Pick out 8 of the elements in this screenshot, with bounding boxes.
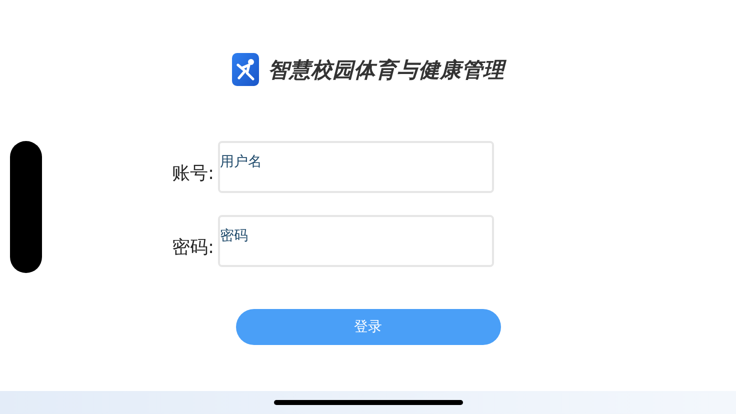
login-button[interactable]: 登录 (236, 309, 500, 345)
home-indicator[interactable] (274, 400, 462, 405)
app-title: 智慧校园体育与健康管理 (268, 56, 504, 84)
logo-icon (232, 53, 259, 86)
username-field[interactable]: 用户名 (218, 141, 494, 193)
password-field[interactable]: 密码 (218, 215, 494, 267)
field-label: 账号: (172, 162, 216, 186)
field-label: 密码: (172, 236, 216, 260)
